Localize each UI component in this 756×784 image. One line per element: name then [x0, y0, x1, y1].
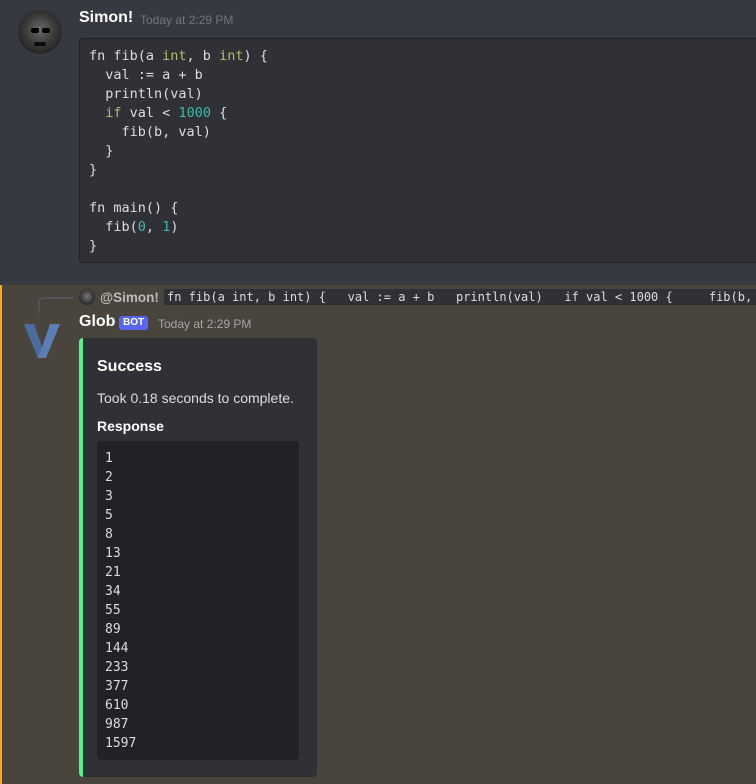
output-line: 21 [105, 565, 121, 580]
embed-description: Took 0.18 seconds to complete. [97, 390, 294, 406]
output-line: 13 [105, 546, 121, 561]
embed-field-name: Response [97, 418, 164, 434]
bot-tag: BOT [119, 316, 149, 330]
output-line: 34 [105, 584, 121, 599]
output-line: 8 [105, 527, 113, 542]
output-line: 377 [105, 679, 129, 694]
message-simon: Simon! Today at 2:29 PM fn fib(a int, b … [0, 0, 756, 285]
author-name[interactable]: Simon! [79, 9, 133, 27]
mention-highlight-bar [0, 285, 2, 784]
result-embed: Success Took 0.18 seconds to complete. R… [79, 338, 317, 777]
reply-preview[interactable]: @Simon! fn fib(a int, b int) { val := a … [79, 288, 756, 308]
reply-avatar [79, 289, 95, 305]
message-glob: @Simon! fn fib(a int, b int) { val := a … [0, 285, 756, 784]
output-line: 610 [105, 698, 129, 713]
reply-code-snippet: fn fib(a int, b int) { val := a + b prin… [164, 289, 756, 305]
embed-title: Success [97, 358, 162, 375]
output-line: 1597 [105, 736, 137, 751]
user-avatar[interactable] [18, 10, 62, 54]
code-block: fn fib(a int, b int) { val := a + b prin… [79, 38, 756, 263]
output-line: 55 [105, 603, 121, 618]
code-content: fn fib(a int, b int) { val := a + b prin… [89, 48, 268, 254]
output-line: 233 [105, 660, 129, 675]
message-timestamp: Today at 2:29 PM [140, 13, 234, 27]
output-line: 3 [105, 489, 113, 504]
bot-author-name[interactable]: Glob [79, 313, 115, 331]
bot-avatar-logo-icon[interactable] [20, 317, 64, 361]
reply-connector [38, 297, 74, 313]
response-output: 1 2 3 5 8 13 21 34 55 89 144 233 377 610… [97, 441, 299, 760]
output-line: 144 [105, 641, 129, 656]
message-timestamp: Today at 2:29 PM [158, 317, 252, 331]
reply-mention[interactable]: @Simon! [100, 290, 159, 305]
output-line: 89 [105, 622, 121, 637]
output-line: 987 [105, 717, 129, 732]
output-line: 5 [105, 508, 113, 523]
output-line: 2 [105, 470, 113, 485]
output-line: 1 [105, 451, 113, 466]
